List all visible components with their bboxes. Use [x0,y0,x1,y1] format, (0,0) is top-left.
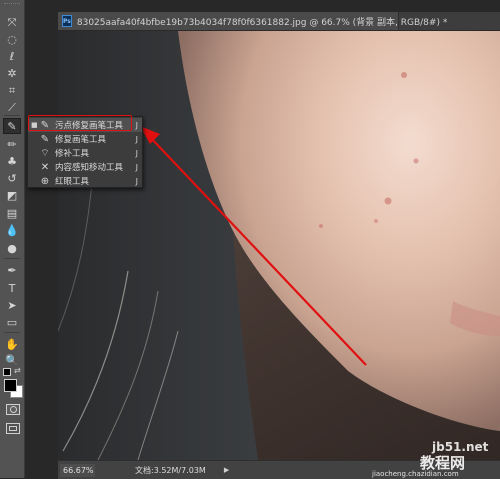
content-aware-move-icon: ✕ [40,161,50,173]
red-arrow-annotation [140,126,367,366]
flyout-item-label: 修补工具 [55,149,90,159]
patch-tool-icon: ⌔ [40,147,50,159]
flyout-item-patch-tool[interactable]: ⌔ 修补工具 J [28,146,142,160]
watermark-sub: jiaocheng.chazidian.com [372,470,459,478]
flyout-item-label: 污点修复画笔工具 [55,121,124,131]
shortcut-key: J [135,162,138,172]
flyout-item-label: 内容感知移动工具 [55,163,124,173]
shortcut-key: J [135,120,138,130]
spot-healing-brush-icon: ✎ [40,119,50,131]
flyout-item-content-aware-move[interactable]: ✕ 内容感知移动工具 J [28,160,142,174]
shortcut-key: J [135,176,138,186]
flyout-item-label: 红眼工具 [55,177,90,187]
selected-dot-icon: ■ [31,121,38,129]
flyout-item-healing-brush[interactable]: ✎ 修复画笔工具 J [28,132,142,146]
healing-tools-flyout: ■ ✎ 污点修复画笔工具 J ✎ 修复画笔工具 J ⌔ 修补工具 J ✕ 内容感… [27,116,143,188]
red-eye-tool-icon: ⊕ [40,175,50,187]
shortcut-key: J [135,148,138,158]
status-menu-arrow-icon[interactable]: ▶ [224,466,229,474]
flyout-item-red-eye[interactable]: ⊕ 红眼工具 J [28,174,142,188]
zoom-level-field[interactable]: 66.67% [60,463,95,477]
shortcut-key: J [135,134,138,144]
document-size-info: 文档:3.52M/7.03M [135,465,206,475]
healing-brush-icon: ✎ [40,133,50,145]
flyout-item-spot-healing-brush[interactable]: ■ ✎ 污点修复画笔工具 J [28,118,142,132]
flyout-item-label: 修复画笔工具 [55,135,107,145]
